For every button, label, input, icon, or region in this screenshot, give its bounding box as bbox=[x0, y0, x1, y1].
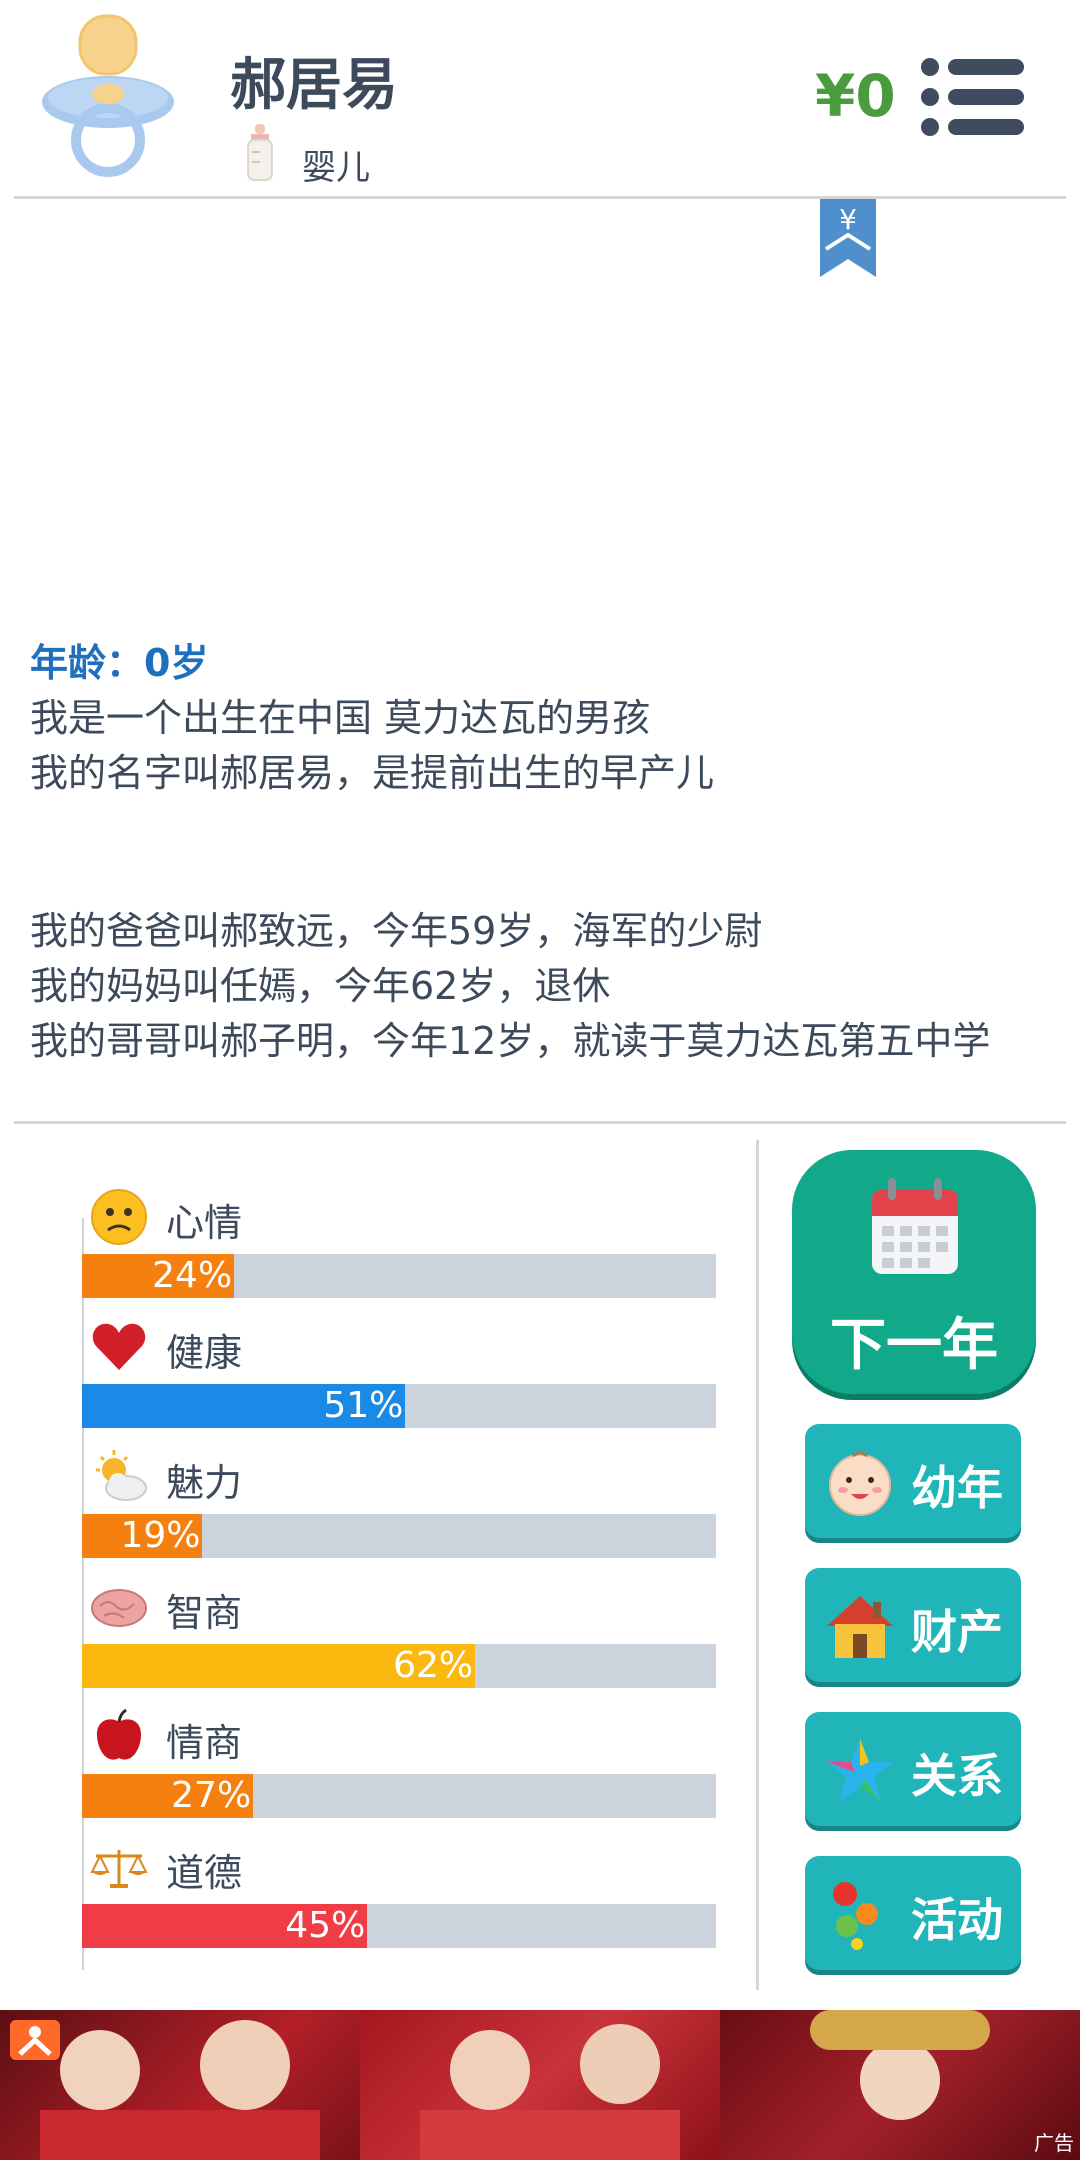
baby-bottle-icon bbox=[247, 124, 273, 181]
assets-button[interactable]: 财产 bbox=[805, 1568, 1021, 1682]
stat-morality: 道德 45% bbox=[82, 1800, 716, 1948]
stat-mood: 心情 24% bbox=[82, 1150, 716, 1298]
house-icon bbox=[827, 1596, 893, 1658]
money-bookmark-icon[interactable]: ¥ bbox=[820, 199, 876, 277]
story-line: 我的哥哥叫郝子明，今年12岁，就读于莫力达瓦第五中学 bbox=[30, 1019, 991, 1063]
stat-health: 健康 51% bbox=[82, 1280, 716, 1428]
stat-eq: 情商 27% bbox=[82, 1670, 716, 1818]
dots-icon bbox=[833, 1882, 878, 1950]
story-line: 我的妈妈叫任嫣，今年62岁，退休 bbox=[30, 964, 611, 1008]
story-line: 我的爸爸叫郝致远，今年59岁，海军的少尉 bbox=[30, 909, 763, 953]
life-stage-label: 婴儿 bbox=[302, 148, 370, 188]
next-year-label: 下一年 bbox=[830, 1313, 998, 1378]
sun-cloud-icon bbox=[96, 1450, 147, 1501]
stat-iq: 智商 62% bbox=[82, 1540, 716, 1688]
apple-icon bbox=[96, 1708, 142, 1760]
story-line: 我的名字叫郝居易，是提前出生的早产儿 bbox=[30, 751, 715, 795]
life-story: 年龄：0岁 我是一个出生在中国 莫力达瓦的男孩 我的名字叫郝居易，是提前出生的早… bbox=[30, 636, 1070, 1069]
section-divider bbox=[14, 1121, 1066, 1124]
stat-charm: 魅力 19% bbox=[82, 1410, 716, 1558]
header-divider bbox=[14, 196, 1066, 199]
brain-icon bbox=[91, 1589, 147, 1627]
age-line: 年龄：0岁 bbox=[30, 641, 209, 685]
attribute-stats: 心情 24% 健康 51% 魅力 19% 智商 62% 情商 27% 道德 45… bbox=[0, 1150, 760, 1990]
star-icon bbox=[827, 1739, 893, 1802]
childhood-button[interactable]: 幼年 bbox=[805, 1424, 1021, 1538]
relations-label: 关系 bbox=[911, 1749, 1003, 1803]
list-menu-icon[interactable] bbox=[920, 58, 1024, 136]
ad-banner[interactable]: 广告 bbox=[0, 2010, 1080, 2160]
money-display: ¥0 bbox=[815, 62, 896, 130]
header: 郝居易 婴儿 ¥0 bbox=[0, 0, 1080, 198]
assets-label: 财产 bbox=[911, 1605, 1003, 1659]
activities-button[interactable]: 活动 bbox=[805, 1856, 1021, 1970]
activities-label: 活动 bbox=[911, 1893, 1003, 1947]
ad-logo-icon bbox=[10, 2020, 60, 2060]
heart-icon bbox=[92, 1323, 146, 1370]
story-line: 我是一个出生在中国 莫力达瓦的男孩 bbox=[30, 696, 651, 740]
pacifier-icon bbox=[42, 14, 174, 177]
sad-face-icon bbox=[91, 1189, 147, 1245]
next-year-button[interactable]: 下一年 bbox=[792, 1150, 1036, 1394]
ad-image bbox=[360, 2010, 720, 2160]
character-name: 郝居易 bbox=[230, 53, 398, 118]
svg-text:¥: ¥ bbox=[839, 203, 857, 236]
childhood-label: 幼年 bbox=[911, 1461, 1003, 1515]
relations-button[interactable]: 关系 bbox=[805, 1712, 1021, 1826]
calendar-icon bbox=[872, 1178, 958, 1274]
ad-label: 广告 bbox=[1034, 2131, 1074, 2155]
baby-face-icon bbox=[829, 1451, 891, 1516]
ad-image bbox=[720, 2010, 1080, 2160]
scales-icon bbox=[90, 1850, 148, 1888]
